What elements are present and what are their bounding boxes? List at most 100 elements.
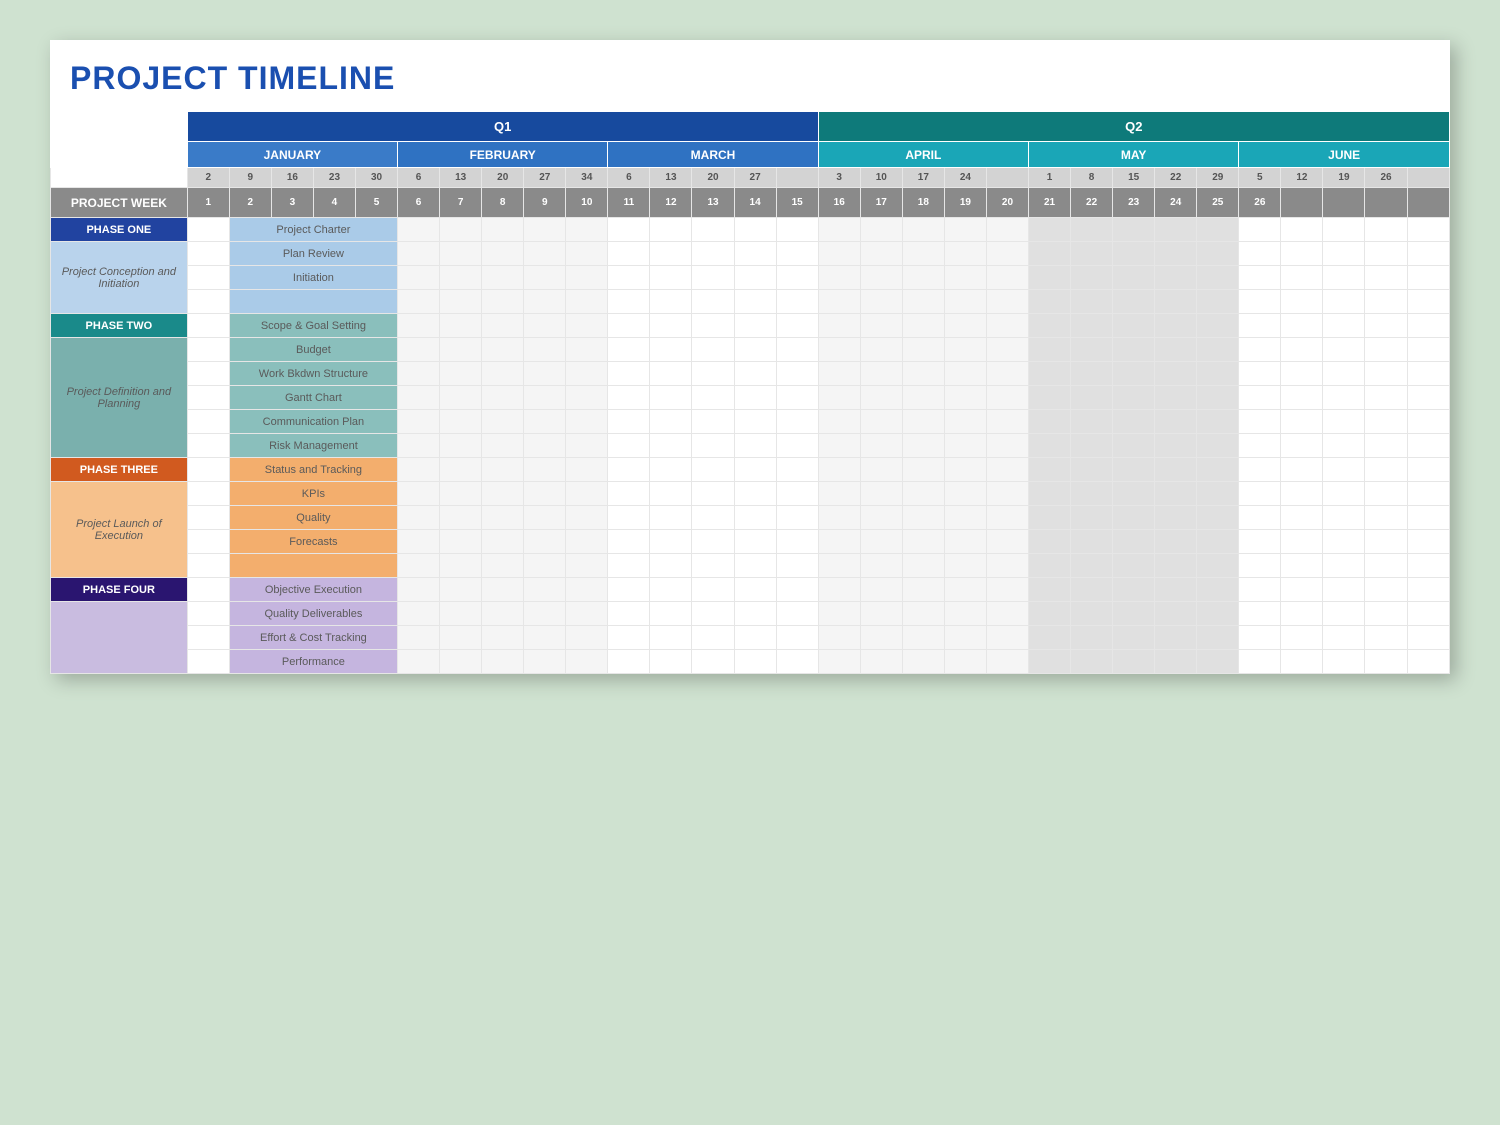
- grid-cell[interactable]: [566, 410, 608, 434]
- grid-cell[interactable]: [440, 338, 482, 362]
- grid-cell[interactable]: [860, 314, 902, 338]
- grid-cell[interactable]: [187, 554, 229, 578]
- grid-cell[interactable]: [818, 242, 860, 266]
- task-bar[interactable]: Quality: [229, 506, 397, 530]
- grid-cell[interactable]: [692, 338, 734, 362]
- grid-cell[interactable]: [187, 386, 229, 410]
- grid-cell[interactable]: [482, 290, 524, 314]
- grid-cell[interactable]: [692, 458, 734, 482]
- grid-cell[interactable]: [1071, 338, 1113, 362]
- grid-cell[interactable]: [1281, 434, 1323, 458]
- grid-cell[interactable]: [187, 338, 229, 362]
- grid-cell[interactable]: [902, 242, 944, 266]
- grid-cell[interactable]: [692, 434, 734, 458]
- grid-cell[interactable]: [692, 386, 734, 410]
- grid-cell[interactable]: [1323, 602, 1365, 626]
- grid-cell[interactable]: [1028, 386, 1070, 410]
- grid-cell[interactable]: [1407, 602, 1449, 626]
- grid-cell[interactable]: [902, 578, 944, 602]
- grid-cell[interactable]: [1197, 554, 1239, 578]
- grid-cell[interactable]: [986, 650, 1028, 674]
- grid-cell[interactable]: [1407, 410, 1449, 434]
- task-bar[interactable]: Plan Review: [229, 242, 397, 266]
- grid-cell[interactable]: [1071, 314, 1113, 338]
- task-bar[interactable]: Gantt Chart: [229, 386, 397, 410]
- grid-cell[interactable]: [608, 434, 650, 458]
- grid-cell[interactable]: [398, 314, 440, 338]
- grid-cell[interactable]: [1239, 650, 1281, 674]
- task-bar[interactable]: Initiation: [229, 266, 397, 290]
- grid-cell[interactable]: [986, 290, 1028, 314]
- grid-cell[interactable]: [1113, 626, 1155, 650]
- grid-cell[interactable]: [986, 506, 1028, 530]
- grid-cell[interactable]: [1028, 506, 1070, 530]
- grid-cell[interactable]: [818, 266, 860, 290]
- grid-cell[interactable]: [1407, 458, 1449, 482]
- grid-cell[interactable]: [692, 410, 734, 434]
- grid-cell[interactable]: [524, 506, 566, 530]
- grid-cell[interactable]: [1197, 290, 1239, 314]
- grid-cell[interactable]: [776, 434, 818, 458]
- grid-cell[interactable]: [1407, 290, 1449, 314]
- grid-cell[interactable]: [187, 218, 229, 242]
- grid-cell[interactable]: [1365, 482, 1407, 506]
- grid-cell[interactable]: [566, 314, 608, 338]
- grid-cell[interactable]: [482, 530, 524, 554]
- grid-cell[interactable]: [1365, 410, 1407, 434]
- grid-cell[interactable]: [1197, 506, 1239, 530]
- grid-cell[interactable]: [1281, 290, 1323, 314]
- grid-cell[interactable]: [608, 458, 650, 482]
- grid-cell[interactable]: [566, 482, 608, 506]
- grid-cell[interactable]: [1365, 290, 1407, 314]
- grid-cell[interactable]: [187, 362, 229, 386]
- grid-cell[interactable]: [776, 554, 818, 578]
- grid-cell[interactable]: [1155, 410, 1197, 434]
- grid-cell[interactable]: [1323, 458, 1365, 482]
- grid-cell[interactable]: [1071, 386, 1113, 410]
- grid-cell[interactable]: [524, 362, 566, 386]
- grid-cell[interactable]: [902, 218, 944, 242]
- grid-cell[interactable]: [187, 506, 229, 530]
- grid-cell[interactable]: [1407, 386, 1449, 410]
- grid-cell[interactable]: [1323, 434, 1365, 458]
- grid-cell[interactable]: [1113, 530, 1155, 554]
- grid-cell[interactable]: [692, 506, 734, 530]
- grid-cell[interactable]: [734, 314, 776, 338]
- grid-cell[interactable]: [1197, 602, 1239, 626]
- grid-cell[interactable]: [1365, 626, 1407, 650]
- grid-cell[interactable]: [1155, 290, 1197, 314]
- grid-cell[interactable]: [986, 482, 1028, 506]
- grid-cell[interactable]: [1281, 242, 1323, 266]
- grid-cell[interactable]: [650, 410, 692, 434]
- grid-cell[interactable]: [650, 578, 692, 602]
- grid-cell[interactable]: [650, 362, 692, 386]
- grid-cell[interactable]: [902, 290, 944, 314]
- grid-cell[interactable]: [860, 410, 902, 434]
- grid-cell[interactable]: [944, 242, 986, 266]
- grid-cell[interactable]: [986, 626, 1028, 650]
- grid-cell[interactable]: [482, 554, 524, 578]
- grid-cell[interactable]: [650, 218, 692, 242]
- grid-cell[interactable]: [986, 266, 1028, 290]
- grid-cell[interactable]: [608, 290, 650, 314]
- grid-cell[interactable]: [1071, 218, 1113, 242]
- grid-cell[interactable]: [524, 626, 566, 650]
- grid-cell[interactable]: [566, 626, 608, 650]
- grid-cell[interactable]: [902, 506, 944, 530]
- grid-cell[interactable]: [608, 338, 650, 362]
- grid-cell[interactable]: [1113, 218, 1155, 242]
- grid-cell[interactable]: [1071, 602, 1113, 626]
- grid-cell[interactable]: [986, 434, 1028, 458]
- grid-cell[interactable]: [1071, 266, 1113, 290]
- grid-cell[interactable]: [944, 290, 986, 314]
- grid-cell[interactable]: [566, 266, 608, 290]
- grid-cell[interactable]: [818, 530, 860, 554]
- grid-cell[interactable]: [1155, 218, 1197, 242]
- grid-cell[interactable]: [1323, 482, 1365, 506]
- grid-cell[interactable]: [650, 482, 692, 506]
- grid-cell[interactable]: [1028, 362, 1070, 386]
- grid-cell[interactable]: [1155, 506, 1197, 530]
- grid-cell[interactable]: [1071, 242, 1113, 266]
- grid-cell[interactable]: [566, 602, 608, 626]
- grid-cell[interactable]: [1281, 554, 1323, 578]
